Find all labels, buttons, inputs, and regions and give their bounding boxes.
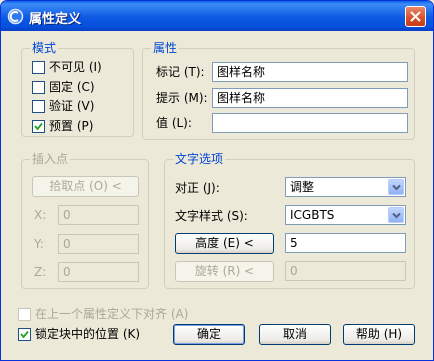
text-style-value: ICGBTS <box>290 208 335 222</box>
rotation-button[interactable]: 旋转 (R) < <box>175 261 274 282</box>
verify-checkbox-box[interactable] <box>32 99 45 113</box>
preset-label: 预置 (P) <box>49 119 94 133</box>
window-title: 属性定义 <box>29 12 82 27</box>
pick-point-button[interactable]: 拾取点 (O) < <box>32 176 139 197</box>
attribute-group-legend: 属性 <box>151 41 180 55</box>
app-icon <box>7 8 24 25</box>
align-below-checkbox[interactable]: 在上一个属性定义下对齐 (A) <box>18 306 188 322</box>
invisible-label: 不可见 (I) <box>49 60 102 74</box>
lock-position-checkbox-box[interactable] <box>18 327 31 341</box>
align-below-label: 在上一个属性定义下对齐 (A) <box>35 307 189 321</box>
value-input[interactable] <box>212 113 408 133</box>
prompt-input[interactable]: 图样名称 <box>212 88 408 108</box>
insertion-point-legend: 插入点 <box>30 152 71 166</box>
text-style-dropdown-arrow[interactable] <box>388 207 404 223</box>
close-icon <box>410 11 421 22</box>
y-label: Y: <box>34 237 44 251</box>
mode-group-legend: 模式 <box>30 41 59 55</box>
y-input[interactable]: 0 <box>58 234 139 254</box>
close-button[interactable] <box>405 6 426 27</box>
lock-position-label: 锁定块中的位置 (K) <box>35 327 141 341</box>
preset-checkbox[interactable]: 预置 (P) <box>32 118 93 134</box>
rotation-input[interactable]: 0 <box>285 261 406 281</box>
value-label: 值 (L): <box>156 116 192 130</box>
align-below-checkbox-box[interactable] <box>18 307 31 321</box>
tag-input[interactable]: 图样名称 <box>212 62 408 82</box>
chevron-down-icon <box>392 212 401 219</box>
justify-value: 调整 <box>290 180 315 194</box>
text-style-select[interactable]: ICGBTS <box>285 205 406 225</box>
x-input[interactable]: 0 <box>58 205 139 225</box>
lock-position-checkbox[interactable]: 锁定块中的位置 (K) <box>18 326 140 342</box>
x-label: X: <box>34 208 47 222</box>
height-button[interactable]: 高度 (E) < <box>175 233 274 254</box>
invisible-checkbox[interactable]: 不可见 (I) <box>32 59 102 75</box>
help-button[interactable]: 帮助 (H) <box>343 324 415 345</box>
prompt-label: 提示 (M): <box>156 91 208 105</box>
constant-checkbox[interactable]: 固定 (C) <box>32 79 95 95</box>
z-input[interactable]: 0 <box>58 262 139 282</box>
text-style-label: 文字样式 (S): <box>175 209 248 223</box>
chevron-down-icon <box>392 184 401 191</box>
cancel-button[interactable]: 取消 <box>259 324 331 345</box>
constant-checkbox-box[interactable] <box>32 80 45 94</box>
height-input[interactable]: 5 <box>285 233 406 253</box>
constant-label: 固定 (C) <box>49 80 95 94</box>
checkmark-icon <box>20 330 29 338</box>
checkmark-icon <box>34 122 43 130</box>
verify-label: 验证 (V) <box>49 99 95 113</box>
tag-label: 标记 (T): <box>156 65 205 79</box>
title-bar: 属性定义 <box>1 1 433 31</box>
invisible-checkbox-box[interactable] <box>32 60 45 74</box>
verify-checkbox[interactable]: 验证 (V) <box>32 98 94 114</box>
justify-dropdown-arrow[interactable] <box>388 179 404 195</box>
ok-button[interactable]: 确定 <box>173 324 245 345</box>
justify-label: 对正 (J): <box>175 181 220 195</box>
z-label: Z: <box>34 265 47 279</box>
attribute-definition-dialog: 属性定义 模式 不可见 (I) 固定 (C) 验证 (V) 预置 (P) 属性 … <box>0 0 434 361</box>
justify-select[interactable]: 调整 <box>285 177 406 197</box>
text-options-legend: 文字选项 <box>173 152 226 166</box>
preset-checkbox-box[interactable] <box>32 119 45 133</box>
